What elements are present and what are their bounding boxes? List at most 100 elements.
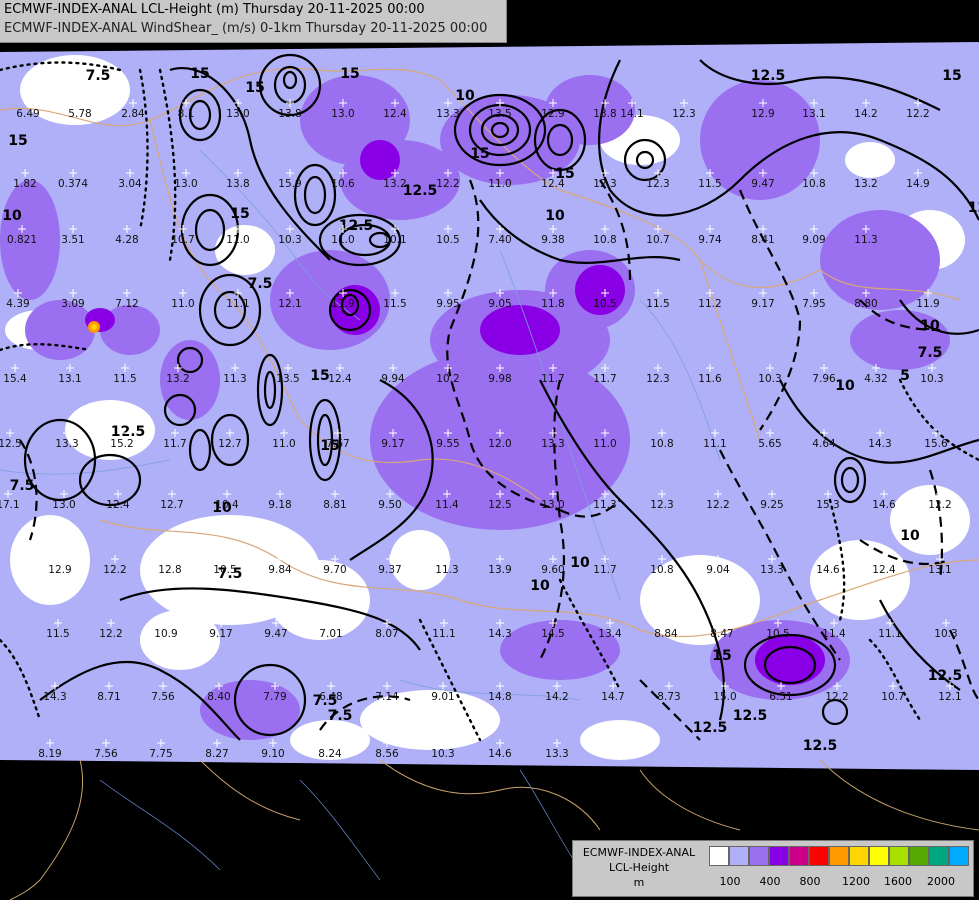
grid-value: 8.73 — [657, 691, 680, 703]
grid-value: 13.0 — [174, 178, 197, 190]
grid-value: 13.9 — [488, 564, 511, 576]
grid-value: 7.12 — [115, 298, 138, 310]
contour-label: 7.5 — [328, 708, 353, 724]
grid-value: 9.94 — [381, 373, 405, 385]
grid-value: 9.09 — [802, 234, 825, 246]
grid-value: 11.0 — [593, 438, 616, 450]
contour-label: 10 — [530, 578, 550, 594]
grid-value: 14.9 — [906, 178, 929, 190]
grid-value: 3.09 — [61, 298, 84, 310]
grid-value: 13.5 — [276, 373, 299, 385]
grid-value: 13.3 — [55, 438, 78, 450]
grid-value: 11.7 — [541, 373, 564, 385]
grid-value: 13.2 — [166, 373, 189, 385]
grid-value: 7.67 — [326, 438, 349, 450]
lcl-height-map: 7.5 15 15 15 10 12.5 15 15 15 12.5 15 15 12.5 7.5 12.5… — [0, 0, 979, 900]
legend-swatch — [729, 846, 749, 866]
grid-value: 10.7 — [171, 234, 194, 246]
grid-value: 11.0 — [488, 178, 511, 190]
contour-label: 15 — [8, 133, 27, 149]
legend-swatch — [849, 846, 869, 866]
grid-value: 11.0 — [272, 438, 295, 450]
grid-value: 12.9 — [751, 108, 774, 120]
grid-value: 9.05 — [488, 298, 511, 310]
grid-value: 14.7 — [601, 691, 624, 703]
grid-value: 9.70 — [323, 564, 346, 576]
grid-value: 10.4 — [215, 499, 239, 511]
grid-value: 15.4 — [3, 373, 27, 385]
grid-value: 12.3 — [650, 499, 673, 511]
grid-value: 1.82 — [13, 178, 36, 190]
grid-value: 11.5 — [698, 178, 721, 190]
grid-value: 10.2 — [436, 373, 459, 385]
map-header: ECMWF-INDEX-ANAL LCL-Height (m) Thursday… — [0, 0, 507, 43]
grid-value: 11.0 — [171, 298, 194, 310]
contour-label: 12.5 — [803, 738, 838, 754]
legend-swatch — [909, 846, 929, 866]
grid-value: 9.17 — [209, 628, 232, 640]
grid-value: 11.6 — [698, 373, 722, 385]
grid-value: 13.0 — [331, 108, 354, 120]
contour-label: 12.5 — [733, 708, 768, 724]
header-line-1: ECMWF-INDEX-ANAL LCL-Height (m) Thursday… — [4, 2, 425, 17]
grid-value: 14.3 — [488, 628, 511, 640]
grid-value: 14.8 — [488, 691, 511, 703]
grid-value: 13.1 — [58, 373, 81, 385]
grid-value: 11.8 — [541, 298, 564, 310]
grid-value: 12.2 — [103, 564, 126, 576]
grid-value: 14.6 — [872, 499, 896, 511]
grid-value: 10.8 — [593, 234, 616, 246]
grid-value: 12.3 — [593, 178, 616, 190]
grid-value: 9.84 — [268, 564, 292, 576]
legend-tick-label: 2000 — [927, 875, 955, 888]
grid-value: 11.1 — [703, 438, 726, 450]
grid-value: 15.9 — [278, 178, 301, 190]
grid-value: 12.4 — [383, 108, 407, 120]
contour-label: 10 — [545, 208, 565, 224]
grid-value: 11.3 — [223, 373, 246, 385]
grid-value: 11.4 — [435, 499, 459, 511]
grid-value: 11.1 — [432, 628, 455, 640]
contour-label: 7.5 — [918, 345, 943, 361]
grid-value: 8.47 — [710, 628, 733, 640]
grid-value: 13.0 — [52, 499, 75, 511]
grid-value: 11.2 — [698, 298, 721, 310]
grid-value: 14.1 — [620, 108, 643, 120]
grid-value: 11.4 — [822, 628, 846, 640]
grid-value: 0.821 — [7, 234, 37, 246]
grid-value: 12.7 — [160, 499, 183, 511]
legend-variable: LCL-Height — [608, 861, 670, 874]
legend-swatch — [949, 846, 969, 866]
contour-label: 12.5 — [693, 720, 728, 736]
grid-value: 8.19 — [38, 748, 61, 760]
grid-value: 12.5 — [0, 438, 22, 450]
grid-value: 13.4 — [598, 628, 622, 640]
grid-value: 9.10 — [261, 748, 284, 760]
grid-value: 11.1 — [226, 298, 249, 310]
grid-value: 13.3 — [541, 438, 564, 450]
grid-value: 10.8 — [650, 438, 673, 450]
contour-label: 15 — [230, 206, 249, 222]
grid-value: 6.49 — [16, 108, 39, 120]
grid-value: 13.8 — [278, 108, 301, 120]
grid-value: 10.3 — [934, 628, 957, 640]
color-legend: ECMWF-INDEX-ANAL LCL-Height m 100 400 800 1… — [572, 840, 974, 897]
contour-label: 15 — [340, 66, 359, 82]
grid-value: 11.7 — [593, 564, 616, 576]
legend-unit: m — [633, 876, 645, 889]
grid-value: 7.96 — [812, 373, 836, 385]
grid-value: 13.1 — [928, 564, 951, 576]
grid-value: 10.5 — [593, 298, 616, 310]
grid-value: 12.9 — [48, 564, 71, 576]
grid-value: 15.2 — [110, 438, 133, 450]
grid-value: 12.2 — [706, 499, 729, 511]
contour-label: 15 — [712, 648, 731, 664]
grid-value: 4.28 — [115, 234, 138, 246]
contour-label: 12.5 — [403, 183, 438, 199]
header-line-2: ECMWF-INDEX-ANAL WindShear_ (m/s) 0-1km … — [4, 21, 488, 36]
contour-label: 12.5 — [751, 68, 786, 84]
grid-value: 13.3 — [545, 748, 568, 760]
grid-value: 15.3 — [816, 499, 839, 511]
grid-value: 17.1 — [0, 499, 20, 511]
contour-label: 12.5 — [928, 668, 963, 684]
